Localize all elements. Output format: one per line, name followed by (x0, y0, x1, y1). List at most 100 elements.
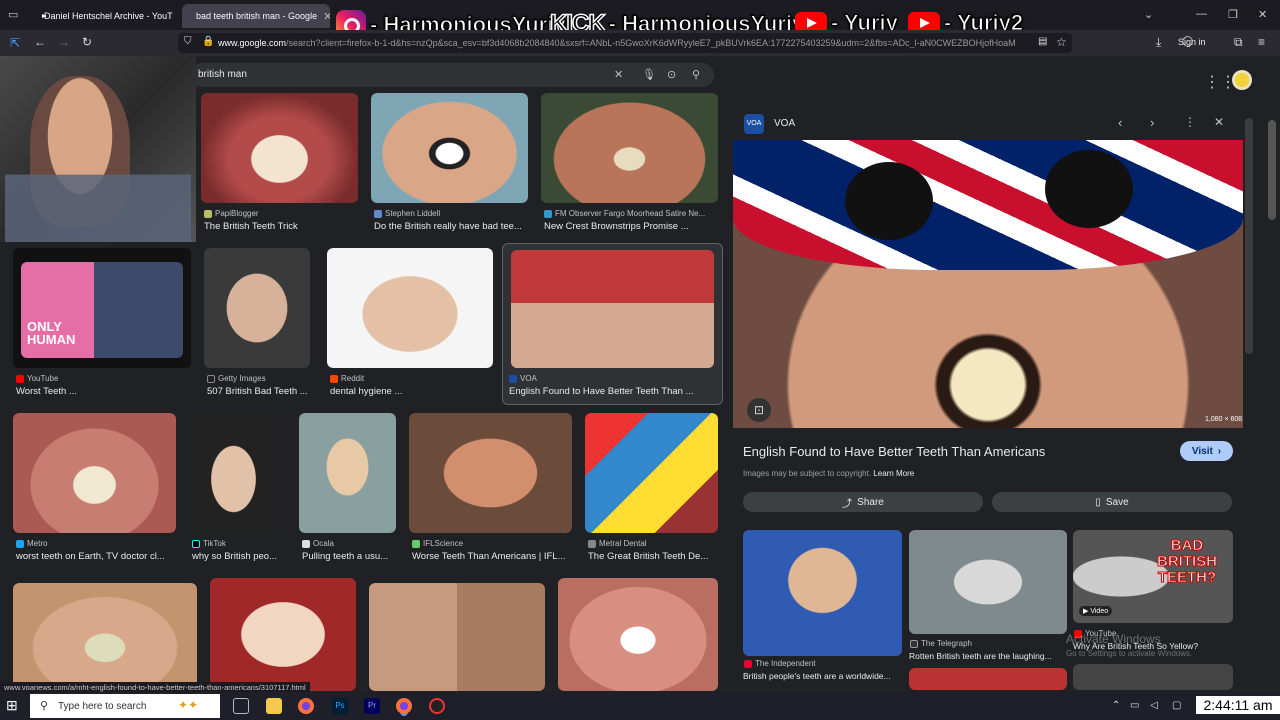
search-icon[interactable]: ⚲ (692, 68, 700, 81)
reader-view-icon[interactable]: ▤ (1038, 36, 1047, 47)
microphone-icon[interactable]: 🎙 (642, 68, 656, 81)
volume-icon[interactable]: ◁ (1150, 700, 1158, 711)
tab-youtube[interactable]: Daniel Hentschel Archive - YouT ✕ (30, 4, 180, 28)
close-panel-icon[interactable]: ✕ (1214, 115, 1224, 129)
result-caption[interactable]: The Great British Teeth De... (588, 551, 718, 562)
tab-list-icon[interactable]: ▭ (8, 8, 18, 21)
result-tile[interactable] (409, 413, 572, 533)
related-caption[interactable]: Rotten British teeth are the laughing... (909, 651, 1067, 661)
apps-grid-icon[interactable]: ⋮⋮ (1204, 72, 1236, 92)
reload-icon[interactable]: ↻ (82, 35, 92, 49)
related-result-tile[interactable]: BAD BRITISH TEETH? ▶ Video (1073, 530, 1233, 623)
panel-source[interactable]: VOA (774, 118, 795, 129)
sign-in-button[interactable]: Sign in (1178, 37, 1206, 47)
favicon-icon (207, 374, 215, 383)
task-view-icon[interactable] (233, 698, 249, 714)
result-tile[interactable] (201, 93, 358, 203)
result-caption[interactable]: Worst Teeth ... (16, 386, 190, 397)
result-caption[interactable]: Pulling teeth a usu... (302, 551, 398, 562)
result-caption[interactable]: why so British peo... (192, 551, 280, 562)
related-result-tile[interactable] (743, 530, 902, 656)
close-tab-icon[interactable]: ✕ (179, 10, 180, 23)
result-caption[interactable]: The British Teeth Trick (204, 221, 358, 232)
result-caption[interactable]: New Crest Brownstrips Promise ... (544, 221, 718, 232)
result-tile[interactable] (210, 578, 356, 691)
source-name: The Independent (755, 659, 816, 668)
related-caption[interactable]: British people's teeth are a worldwide..… (743, 671, 903, 681)
related-result-tile[interactable] (909, 530, 1067, 634)
related-source: The Telegraph (910, 639, 1066, 648)
share-button[interactable]: ⤴ Share (743, 492, 983, 512)
firefox-active-icon[interactable] (396, 698, 412, 714)
result-tile[interactable] (369, 583, 545, 691)
related-result-tile[interactable] (1073, 664, 1233, 690)
notifications-icon[interactable]: ▢ (1172, 700, 1181, 711)
menu-icon[interactable]: ≡ (1258, 35, 1265, 49)
search-input[interactable]: british man (190, 63, 714, 87)
windows-start-icon[interactable]: ⊞ (6, 697, 18, 714)
bookmark-star-icon[interactable]: ☆ (1056, 35, 1067, 49)
result-tile[interactable] (204, 248, 310, 368)
result-tile[interactable] (299, 413, 396, 533)
result-tile[interactable] (558, 578, 718, 691)
restore-icon[interactable]: ❐ (1228, 8, 1238, 21)
downloads-icon[interactable]: ⤓ (1156, 35, 1161, 50)
chevron-right-icon: › (1217, 445, 1222, 457)
result-caption[interactable]: 507 British Bad Teeth ... (207, 386, 317, 397)
obs-icon[interactable] (429, 698, 445, 714)
tab-google-search[interactable]: bad teeth british man - Google ✕ (182, 4, 330, 28)
lens-icon[interactable]: ⊙ (667, 68, 676, 81)
taskbar-search-placeholder: Type here to search (58, 701, 147, 712)
result-tile[interactable] (585, 413, 718, 533)
right-lens (1045, 150, 1133, 228)
previous-icon[interactable]: ‹ (1118, 115, 1122, 130)
tab-label: bad teeth british man - Google (196, 11, 318, 21)
tab-overflow-icon[interactable]: ⌄ (1144, 8, 1153, 21)
result-image (371, 93, 528, 203)
result-caption[interactable]: English Found to Have Better Teeth Than … (509, 386, 717, 397)
result-tile[interactable] (327, 248, 493, 368)
file-explorer-icon[interactable] (266, 698, 282, 714)
result-tile[interactable] (189, 413, 278, 533)
extensions-icon[interactable]: ⧉ (1234, 35, 1243, 50)
panel-title[interactable]: English Found to Have Better Teeth Than … (743, 444, 1045, 459)
more-options-icon[interactable]: ⋮ (1184, 115, 1196, 129)
avatar[interactable] (1232, 70, 1252, 90)
save-button[interactable]: ▯ Save (992, 492, 1232, 512)
close-window-icon[interactable]: ✕ (1258, 8, 1267, 21)
result-tile[interactable] (371, 93, 528, 203)
panel-scrollbar[interactable] (1245, 118, 1253, 354)
result-tile[interactable] (13, 413, 176, 533)
photoshop-icon[interactable]: Ps (332, 698, 348, 714)
result-caption[interactable]: worst teeth on Earth, TV doctor cl... (16, 551, 176, 562)
source-name: Reddit (341, 374, 365, 383)
new-tab-icon[interactable]: ⇱ (10, 36, 20, 50)
result-caption[interactable]: Do the British really have bad tee... (374, 221, 528, 232)
tray-chevron-icon[interactable]: ⌃ (1112, 700, 1120, 711)
result-caption[interactable]: Worse Teeth Than Americans | IFL... (412, 551, 574, 562)
result-caption[interactable]: dental hygiene ... (330, 386, 490, 397)
address-bar[interactable]: www.google.com/search?client=firefox-b-1… (178, 33, 1072, 53)
related-result-tile[interactable] (909, 668, 1067, 690)
page-scrollbar[interactable] (1268, 120, 1276, 220)
related-source: The Independent (744, 659, 902, 668)
learn-more-link[interactable]: Learn More (873, 469, 914, 478)
premiere-icon[interactable]: Pr (364, 698, 380, 714)
result-tile[interactable]: ONLY HUMAN (13, 248, 191, 368)
result-tile[interactable] (13, 583, 197, 691)
forward-icon[interactable]: → (58, 35, 70, 49)
result-tile[interactable] (541, 93, 718, 203)
preview-image[interactable]: ⊡ 1,080 × 608 (733, 140, 1243, 428)
clear-icon[interactable]: ✕ (614, 68, 623, 81)
minimize-icon[interactable]: — (1196, 8, 1207, 20)
taskbar-search-input[interactable]: ⚲ Type here to search ✦✦ (30, 694, 220, 718)
lens-search-icon[interactable]: ⊡ (747, 398, 771, 422)
close-tab-icon[interactable]: ✕ (323, 10, 330, 23)
visit-button[interactable]: Visit › (1180, 441, 1233, 461)
network-icon[interactable]: ▭ (1130, 700, 1139, 711)
back-icon[interactable]: ← (34, 35, 46, 49)
lock-icon[interactable]: 🔒 (202, 36, 214, 47)
shield-icon[interactable]: ⛉ (184, 36, 192, 47)
next-icon[interactable]: › (1150, 115, 1154, 130)
firefox-icon[interactable] (298, 698, 314, 714)
